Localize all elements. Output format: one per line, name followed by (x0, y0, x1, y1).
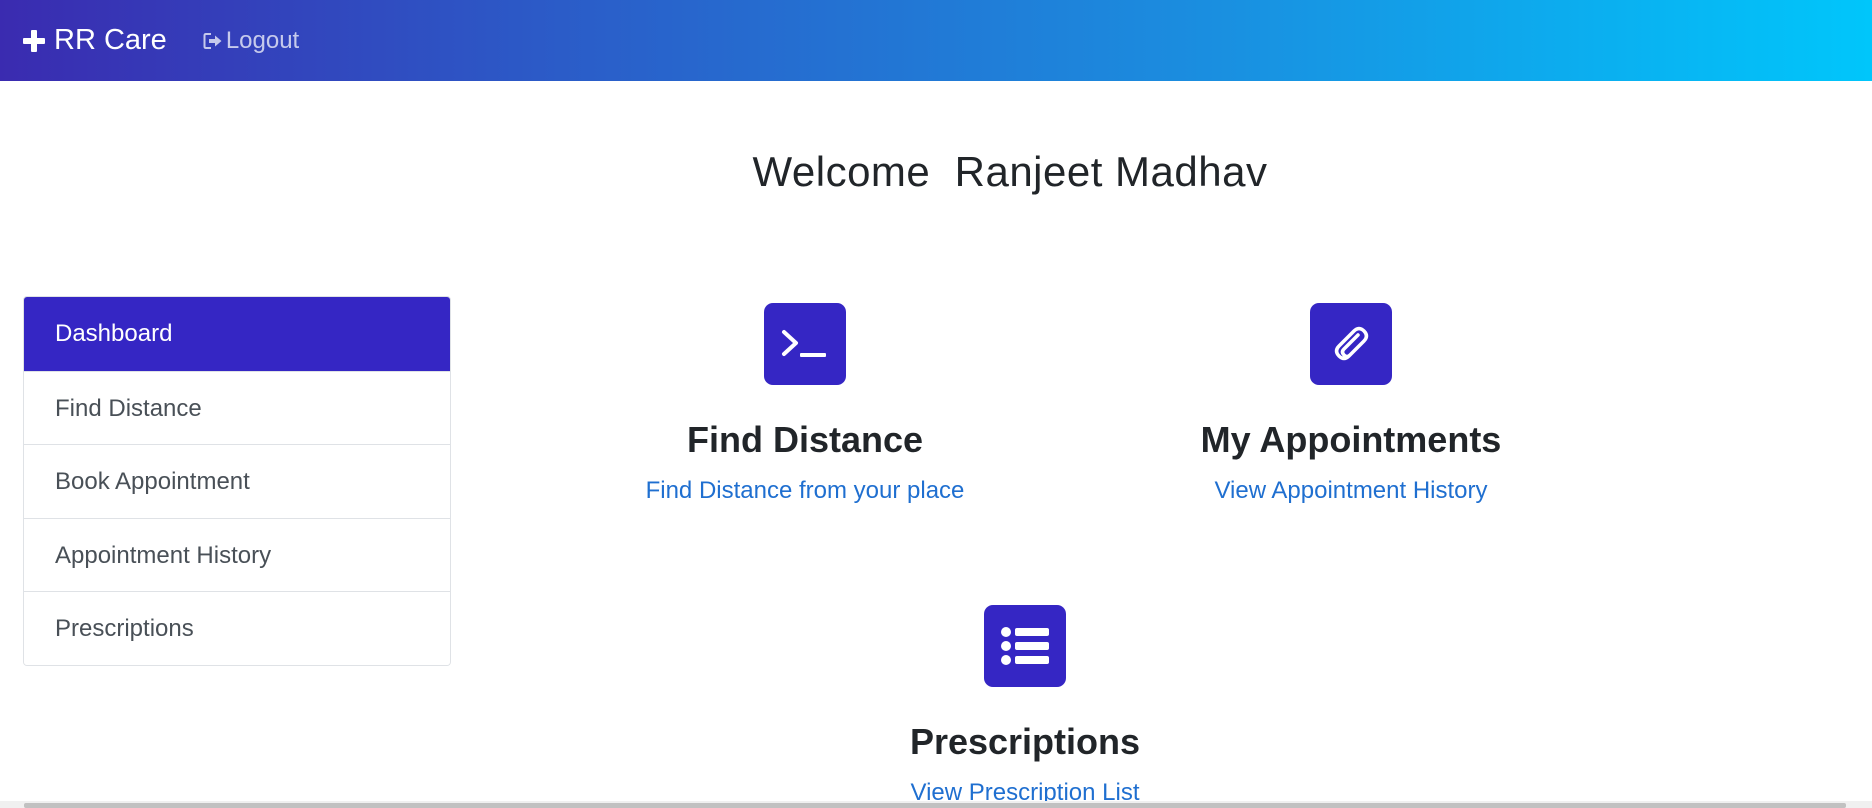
prescriptions-icon-box (984, 605, 1066, 687)
brand-link[interactable]: RR Care (22, 24, 167, 57)
my-appointments-card: My Appointments View Appointment History (1101, 303, 1601, 505)
find-distance-icon-box (764, 303, 846, 385)
scrollbar-thumb[interactable] (24, 803, 1846, 808)
top-navbar: RR Care Logout (0, 0, 1872, 81)
welcome-heading: Welcome Ranjeet Madhav (0, 148, 1872, 196)
find-distance-card: Find Distance Find Distance from your pl… (555, 303, 1055, 505)
plus-icon (23, 29, 45, 52)
brand-name: RR Care (54, 24, 167, 56)
my-appointments-title: My Appointments (1200, 419, 1502, 460)
welcome-prefix: Welcome (752, 148, 931, 195)
sidebar-item-book-appointment[interactable]: Book Appointment (24, 444, 450, 518)
prescriptions-card: Prescriptions View Prescription List (775, 605, 1275, 807)
my-appointments-link[interactable]: View Appointment History (1101, 477, 1601, 505)
logout-label: Logout (225, 26, 300, 54)
sidebar-menu: Dashboard Find Distance Book Appointment… (23, 296, 451, 666)
find-distance-link[interactable]: Find Distance from your place (555, 477, 1055, 505)
sidebar-item-dashboard[interactable]: Dashboard (24, 297, 450, 371)
sign-out-icon (203, 32, 222, 49)
list-icon (1001, 627, 1049, 665)
sidebar-item-find-distance[interactable]: Find Distance (24, 370, 450, 445)
find-distance-title: Find Distance (686, 419, 924, 460)
logout-link[interactable]: Logout (203, 27, 299, 55)
welcome-user-name: Ranjeet Madhav (954, 148, 1268, 195)
paperclip-icon (1334, 326, 1369, 361)
my-appointments-icon-box (1310, 303, 1392, 385)
horizontal-scrollbar[interactable] (0, 801, 1872, 808)
terminal-icon (782, 330, 826, 357)
sidebar-item-appointment-history[interactable]: Appointment History (24, 517, 450, 592)
prescriptions-title: Prescriptions (909, 721, 1141, 762)
sidebar-item-prescriptions[interactable]: Prescriptions (24, 591, 450, 665)
